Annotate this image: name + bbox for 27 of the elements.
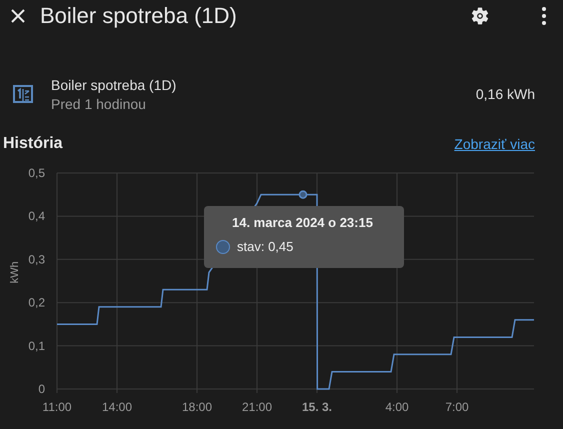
y-tick-label: 0,2 bbox=[28, 296, 45, 310]
dialog-title: Boiler spotreba (1D) bbox=[40, 3, 238, 29]
x-tick-label: 21:00 bbox=[242, 400, 272, 414]
counter-icon bbox=[12, 83, 34, 105]
tooltip-value: stav: 0,45 bbox=[237, 239, 294, 254]
show-more-link[interactable]: Zobraziť viac bbox=[454, 136, 535, 152]
settings-button[interactable] bbox=[469, 5, 491, 27]
last-changed: Pred 1 hodinou bbox=[51, 96, 147, 112]
axis-label: kWh bbox=[9, 261, 21, 284]
x-tick-label: 15. 3. bbox=[302, 400, 332, 414]
y-tick-label: 0,4 bbox=[28, 209, 45, 224]
x-tick-label: 14:00 bbox=[102, 400, 132, 414]
history-title: História bbox=[3, 135, 63, 153]
menu-button[interactable] bbox=[539, 5, 549, 27]
y-tick-label: 0,3 bbox=[28, 252, 45, 266]
series-dot bbox=[216, 240, 230, 254]
tooltip-title: 14. marca 2024 o 23:15 bbox=[232, 215, 373, 230]
x-tick-label: 11:00 bbox=[42, 400, 72, 414]
y-tick-label: 0,1 bbox=[28, 338, 45, 353]
x-tick-label: 7:00 bbox=[445, 400, 469, 414]
data-point-marker bbox=[298, 190, 308, 199]
y-tick-label: 0 bbox=[38, 382, 45, 396]
x-tick-label: 18:00 bbox=[182, 400, 212, 414]
y-tick-label: 0,5 bbox=[28, 166, 45, 180]
x-tick-label: 4:00 bbox=[385, 400, 409, 414]
entity-name: Boiler spotreba (1D) bbox=[51, 76, 178, 92]
entity-state: 0,16 kWh bbox=[476, 86, 535, 102]
